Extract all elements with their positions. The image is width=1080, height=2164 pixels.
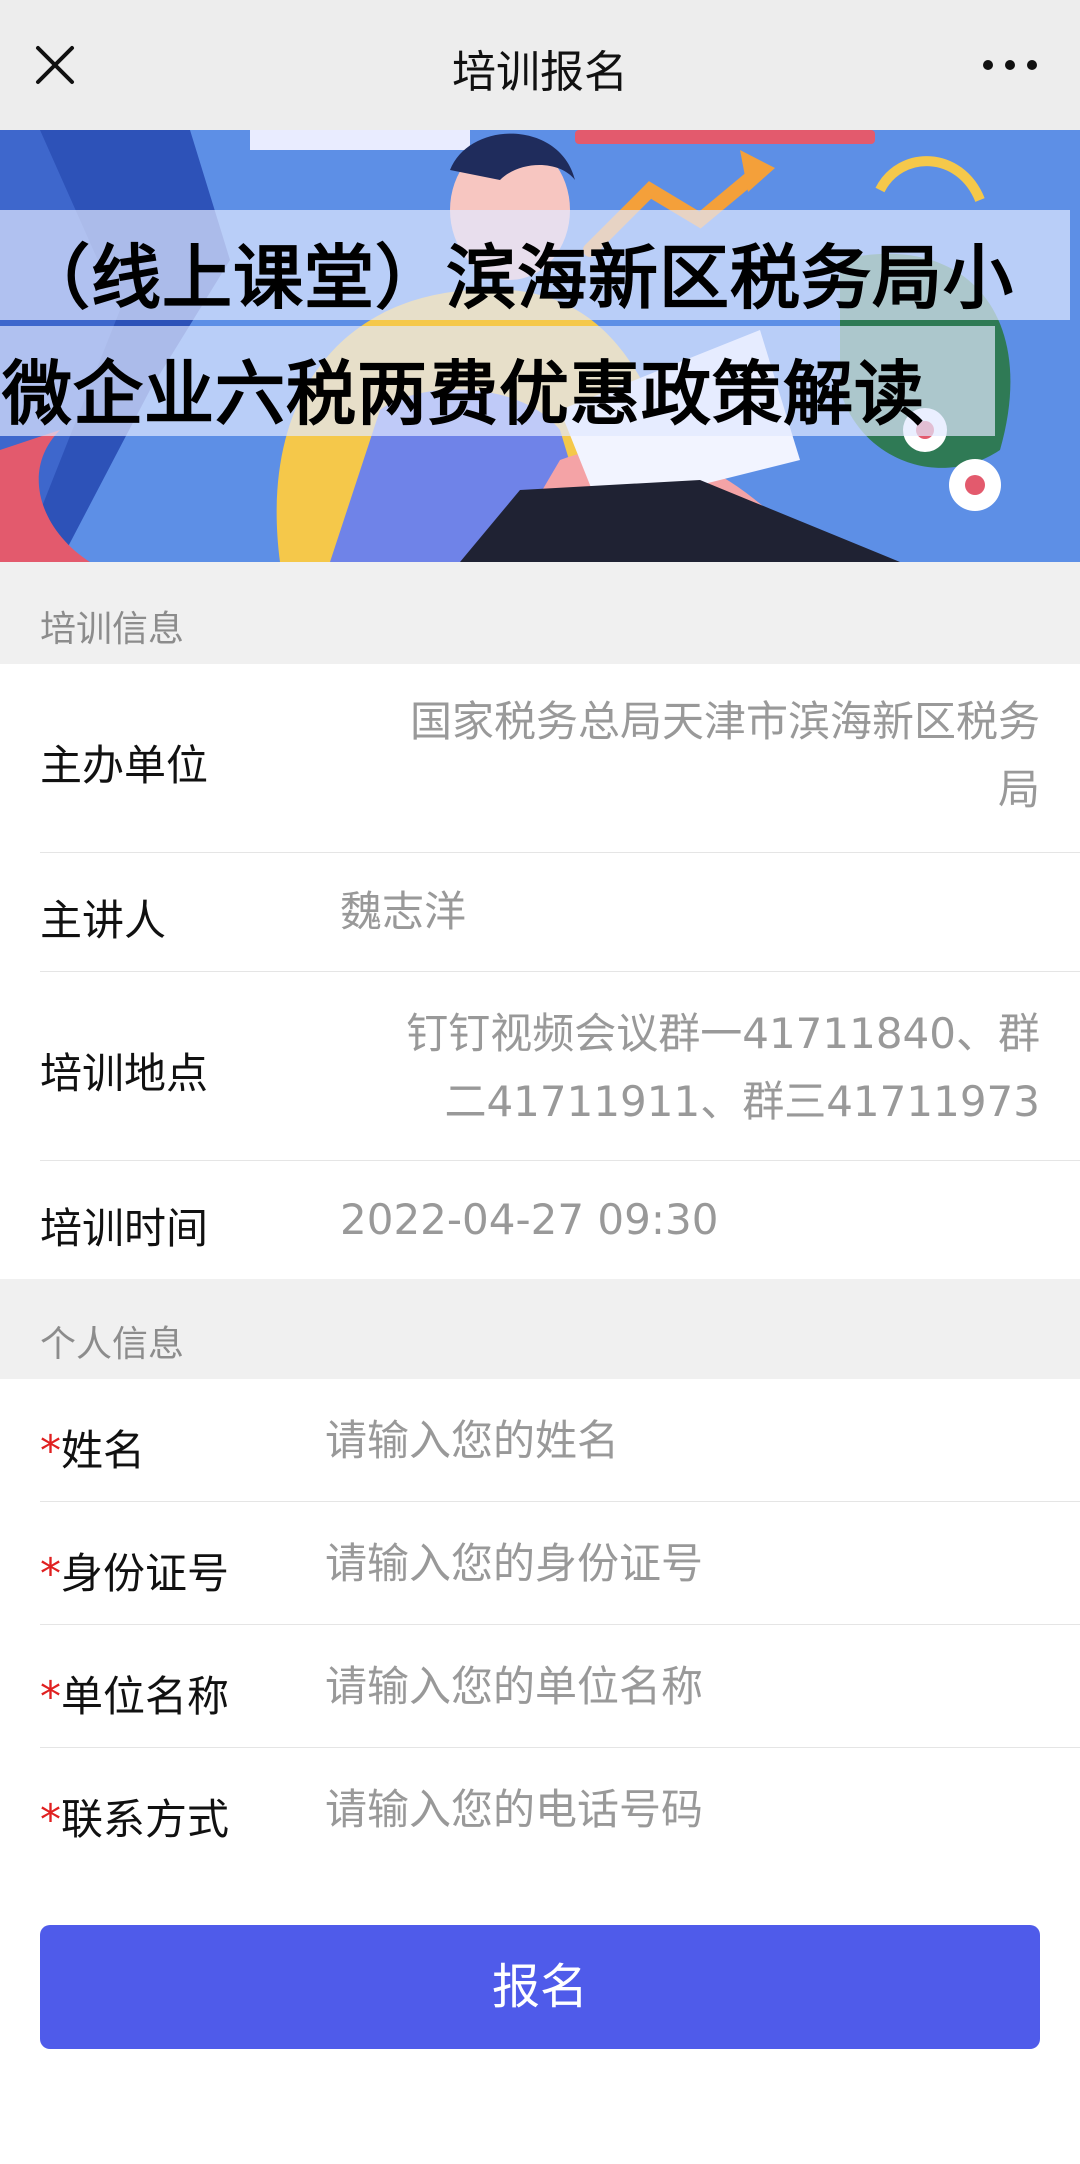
name-input[interactable] [325, 1405, 1025, 1475]
id-label: *身份证号 [40, 1540, 229, 1601]
top-nav-bar: 培训报名 [0, 0, 1080, 130]
form-row-name: *姓名 [0, 1379, 1080, 1501]
speaker-label: 主讲人 [40, 896, 167, 945]
form-row-contact: *联系方式 [0, 1748, 1080, 1870]
location-value: 钉钉视频会议群一41711840、群 二41711911、群三41711973 [406, 1000, 1040, 1136]
section-title: 个人信息 [40, 1324, 185, 1365]
location-line: 钉钉视频会议群一41711840、群 [406, 1009, 1040, 1058]
name-label-text: 姓名 [61, 1426, 146, 1475]
page-title: 培训报名 [452, 47, 628, 98]
id-label-text: 身份证号 [61, 1549, 230, 1598]
info-row-location: 培训地点 钉钉视频会议群一41711840、群 二41711911、群三4171… [0, 972, 1080, 1160]
required-mark: * [40, 1549, 61, 1598]
contact-label-text: 联系方式 [61, 1795, 230, 1844]
info-row-time: 培训时间 2022-04-27 09:30 [0, 1161, 1080, 1279]
register-button[interactable]: 报名 [40, 1925, 1040, 2049]
required-mark: * [40, 1795, 61, 1844]
time-label: 培训时间 [40, 1204, 209, 1253]
section-header-personal-info: 个人信息 [0, 1279, 1080, 1379]
organizer-value: 国家税务总局天津市滨海新区税务 局 [410, 688, 1040, 824]
form-row-id-number: *身份证号 [0, 1502, 1080, 1624]
required-mark: * [40, 1672, 61, 1721]
form-row-company: *单位名称 [0, 1625, 1080, 1747]
phone-input[interactable] [325, 1774, 1025, 1844]
info-row-speaker: 主讲人 魏志洋 [0, 853, 1080, 971]
organizer-label: 主办单位 [40, 741, 209, 790]
location-label: 培训地点 [40, 1049, 209, 1098]
banner-title-line: （线上课堂）滨海新区税务局小 [20, 237, 1014, 319]
contact-label: *联系方式 [40, 1786, 229, 1847]
course-banner: （线上课堂）滨海新区税务局小 微企业六税两费优惠政策解读 [0, 130, 1080, 562]
required-mark: * [40, 1426, 61, 1475]
location-line: 二41711911、群三41711973 [444, 1077, 1040, 1126]
company-label-text: 单位名称 [61, 1672, 230, 1721]
time-value: 2022-04-27 09:30 [340, 1195, 719, 1244]
organizer-line: 国家税务总局天津市滨海新区税务 [409, 697, 1040, 746]
name-label: *姓名 [40, 1417, 145, 1478]
section-header-training-info: 培训信息 [0, 562, 1080, 664]
more-icon[interactable] [980, 50, 1040, 80]
company-input[interactable] [325, 1651, 1025, 1721]
banner-title-line: 微企业六税两费优惠政策解读 [2, 353, 925, 435]
section-title: 培训信息 [40, 609, 185, 650]
id-number-input[interactable] [325, 1528, 1025, 1598]
info-row-organizer: 主办单位 国家税务总局天津市滨海新区税务 局 [0, 664, 1080, 852]
speaker-value: 魏志洋 [340, 887, 467, 936]
company-label: *单位名称 [40, 1663, 229, 1724]
organizer-line: 局 [997, 765, 1040, 814]
